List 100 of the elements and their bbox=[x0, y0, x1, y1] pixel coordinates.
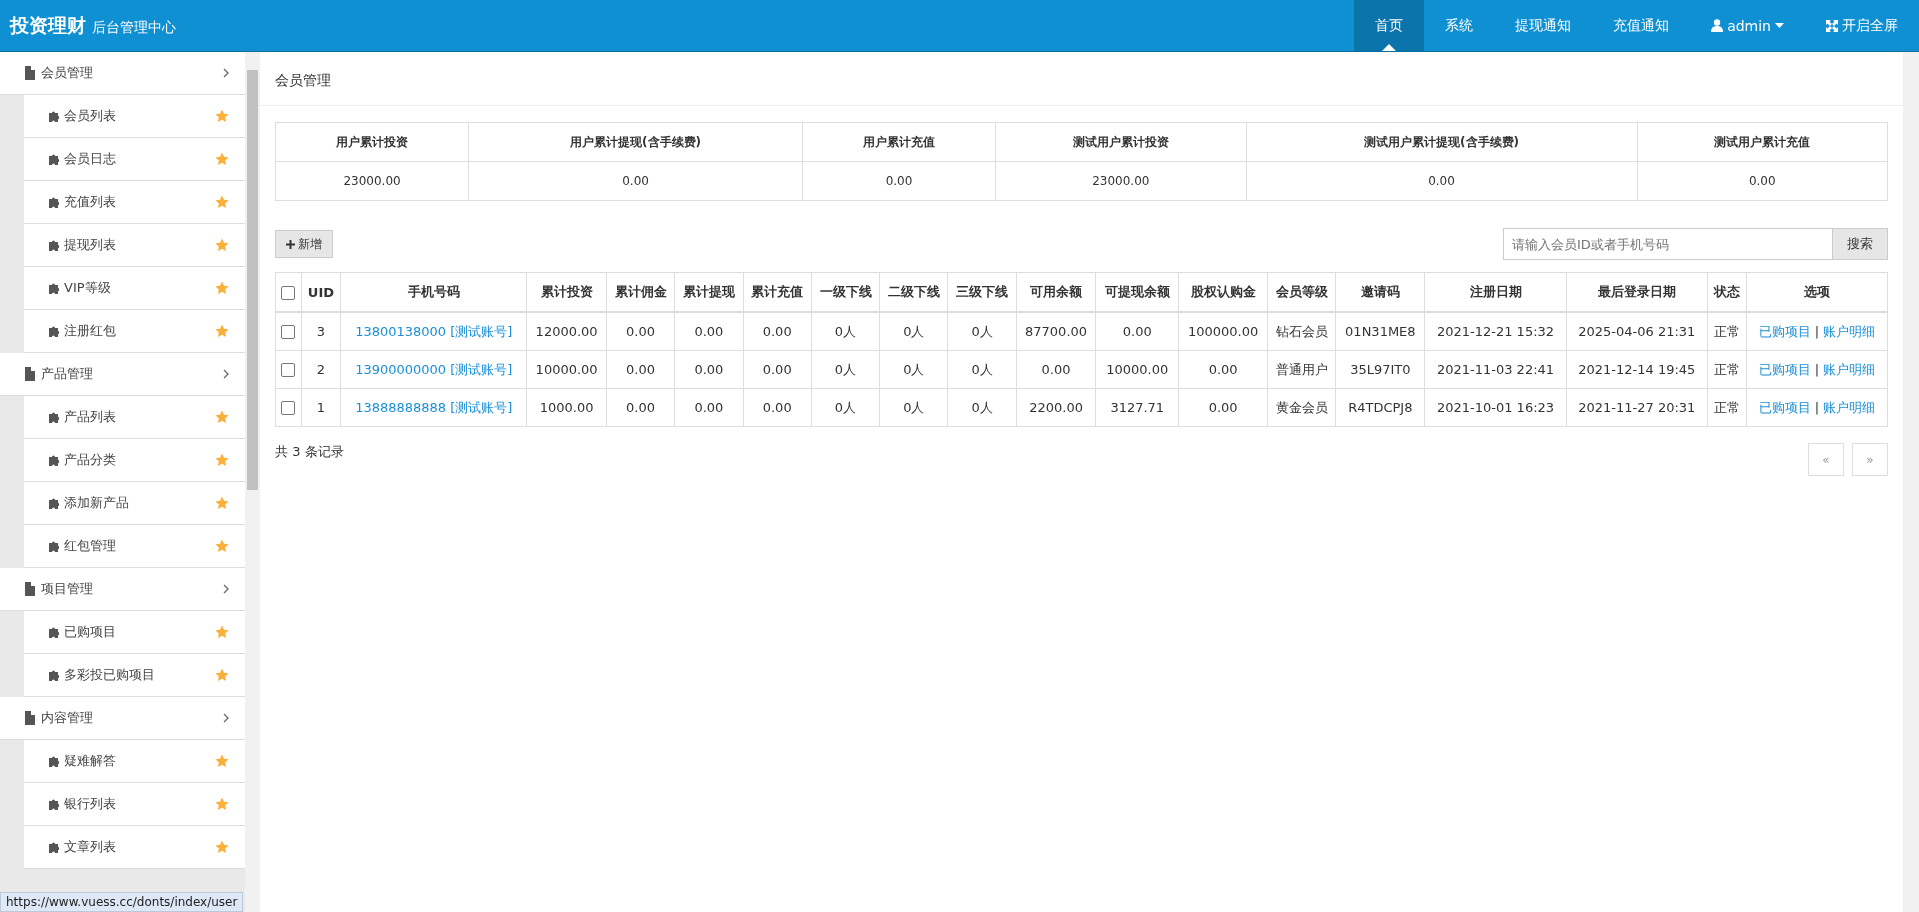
sidebar-item[interactable]: 会员列表 bbox=[24, 95, 245, 138]
table-cell: 0.00 bbox=[1246, 161, 1638, 201]
sidebar-item[interactable]: 注册红包 bbox=[24, 310, 245, 353]
nav-tab[interactable]: 充值通知 bbox=[1592, 0, 1691, 51]
table-cell: 35L97IT0 bbox=[1335, 350, 1425, 389]
table-cell: 10000.00 bbox=[1095, 350, 1179, 389]
sidebar-item[interactable]: 红包管理 bbox=[24, 525, 245, 568]
sidebar-item[interactable]: 会员日志 bbox=[24, 138, 245, 181]
table-cell: 0人 bbox=[947, 388, 1017, 427]
sidebar-item[interactable]: 银行列表 bbox=[24, 783, 245, 826]
user-icon bbox=[1711, 19, 1724, 32]
puzzle-icon bbox=[48, 496, 59, 510]
user-menu[interactable]: admin bbox=[1690, 0, 1805, 51]
table-cell: 0.00 bbox=[468, 161, 803, 201]
sidebar-group[interactable]: 内容管理 bbox=[0, 697, 245, 740]
sidebar-item[interactable]: 疑难解答 bbox=[24, 740, 245, 783]
column-header: 累计佣金 bbox=[606, 272, 675, 312]
table-cell: 普通用户 bbox=[1267, 350, 1336, 389]
column-header: UID bbox=[301, 272, 341, 312]
action-link[interactable]: 已购项目 bbox=[1758, 361, 1811, 377]
star-icon bbox=[215, 625, 229, 639]
document-icon bbox=[24, 66, 36, 80]
nav-tab[interactable]: 提现通知 bbox=[1494, 0, 1593, 51]
sidebar-group[interactable]: 会员管理 bbox=[0, 52, 245, 95]
star-icon bbox=[215, 754, 229, 768]
add-button[interactable]: 新增 bbox=[275, 230, 333, 258]
star-icon bbox=[215, 453, 229, 467]
sidebar-group[interactable]: 产品管理 bbox=[0, 353, 245, 396]
table-cell: 黄金会员 bbox=[1267, 388, 1336, 427]
action-link[interactable]: 账户明细 bbox=[1823, 361, 1876, 377]
column-header: 会员等级 bbox=[1267, 272, 1336, 312]
column-header: 邀请码 bbox=[1335, 272, 1425, 312]
table-cell: 2025-04-06 21:31 bbox=[1566, 312, 1708, 351]
sidebar-item[interactable]: 产品列表 bbox=[24, 396, 245, 439]
table-cell: 0.00 bbox=[606, 350, 675, 389]
table-cell: 0人 bbox=[811, 388, 880, 427]
sidebar-item[interactable]: 提现列表 bbox=[24, 224, 245, 267]
table-cell: 0.00 bbox=[1178, 388, 1268, 427]
page-scrollbar[interactable] bbox=[1903, 52, 1919, 912]
column-header: 累计充值 bbox=[743, 272, 812, 312]
separator: | bbox=[1813, 361, 1821, 377]
action-link[interactable]: 已购项目 bbox=[1758, 323, 1811, 339]
sidebar-item[interactable]: 产品分类 bbox=[24, 439, 245, 482]
fullscreen-button[interactable]: 开启全屏 bbox=[1805, 0, 1919, 51]
sidebar-item[interactable]: 添加新产品 bbox=[24, 482, 245, 525]
star-icon bbox=[215, 109, 229, 123]
column-header: 累计投资 bbox=[526, 272, 607, 312]
document-icon bbox=[24, 582, 36, 596]
table-cell: 0.00 bbox=[1016, 350, 1096, 389]
sidebar-scrollbar[interactable] bbox=[245, 52, 260, 912]
action-link[interactable]: 账户明细 bbox=[1823, 399, 1876, 415]
table-cell: 01N31ME8 bbox=[1335, 312, 1425, 351]
nav-tab[interactable]: 首页 bbox=[1354, 0, 1425, 51]
star-icon bbox=[215, 238, 229, 252]
column-header: 股权认购金 bbox=[1178, 272, 1268, 312]
table-cell: 正常 bbox=[1707, 350, 1747, 389]
column-header: 一级下线 bbox=[811, 272, 880, 312]
search-button[interactable]: 搜索 bbox=[1833, 228, 1888, 260]
table-cell: 0.00 bbox=[1637, 161, 1888, 201]
table-cell: 0.00 bbox=[1095, 312, 1179, 351]
checkbox[interactable] bbox=[281, 325, 296, 340]
brand-title: 投资理财 bbox=[10, 12, 86, 38]
table-cell: 2 bbox=[301, 350, 341, 389]
nav-tab[interactable]: 系统 bbox=[1424, 0, 1495, 51]
table-cell: 1 bbox=[301, 388, 341, 427]
action-link[interactable]: 已购项目 bbox=[1758, 399, 1811, 415]
table-cell: 0人 bbox=[879, 312, 948, 351]
table-cell: 0.00 bbox=[743, 350, 812, 389]
sidebar-group[interactable]: 项目管理 bbox=[0, 568, 245, 611]
sidebar-item[interactable]: 充值列表 bbox=[24, 181, 245, 224]
star-icon bbox=[215, 324, 229, 338]
action-link[interactable]: 账户明细 bbox=[1823, 323, 1876, 339]
document-icon bbox=[24, 367, 36, 381]
chevron-icon bbox=[223, 713, 229, 723]
table-cell: 0.00 bbox=[674, 388, 744, 427]
brand-subtitle: 后台管理中心 bbox=[92, 18, 176, 37]
column-header: 用户累计充值 bbox=[802, 122, 996, 162]
table-cell: 0人 bbox=[947, 350, 1017, 389]
star-icon bbox=[215, 797, 229, 811]
table-cell: 0人 bbox=[879, 388, 948, 427]
sidebar-item[interactable]: VIP等级 bbox=[24, 267, 245, 310]
table-cell: 0.00 bbox=[606, 388, 675, 427]
checkbox[interactable] bbox=[281, 363, 296, 378]
sidebar-item[interactable]: 文章列表 bbox=[24, 826, 245, 869]
star-icon bbox=[215, 410, 229, 424]
puzzle-icon bbox=[48, 797, 59, 811]
table-cell: 0.00 bbox=[674, 312, 744, 351]
table-cell: 2200.00 bbox=[1016, 388, 1096, 427]
checkbox[interactable] bbox=[281, 285, 296, 300]
table-cell: 0.00 bbox=[606, 312, 675, 351]
puzzle-icon bbox=[48, 754, 59, 768]
puzzle-icon bbox=[48, 152, 59, 166]
sidebar-item[interactable]: 多彩投已购项目 bbox=[24, 654, 245, 697]
table-cell: 0.00 bbox=[1178, 350, 1268, 389]
column-header: 用户累计提现(含手续费) bbox=[468, 122, 803, 162]
table-cell: 0人 bbox=[879, 350, 948, 389]
checkbox[interactable] bbox=[281, 401, 296, 416]
chevron-icon bbox=[223, 68, 229, 78]
sidebar-item[interactable]: 已购项目 bbox=[24, 611, 245, 654]
search-field[interactable]: 请输入会员ID或者手机号码 bbox=[1503, 228, 1833, 260]
